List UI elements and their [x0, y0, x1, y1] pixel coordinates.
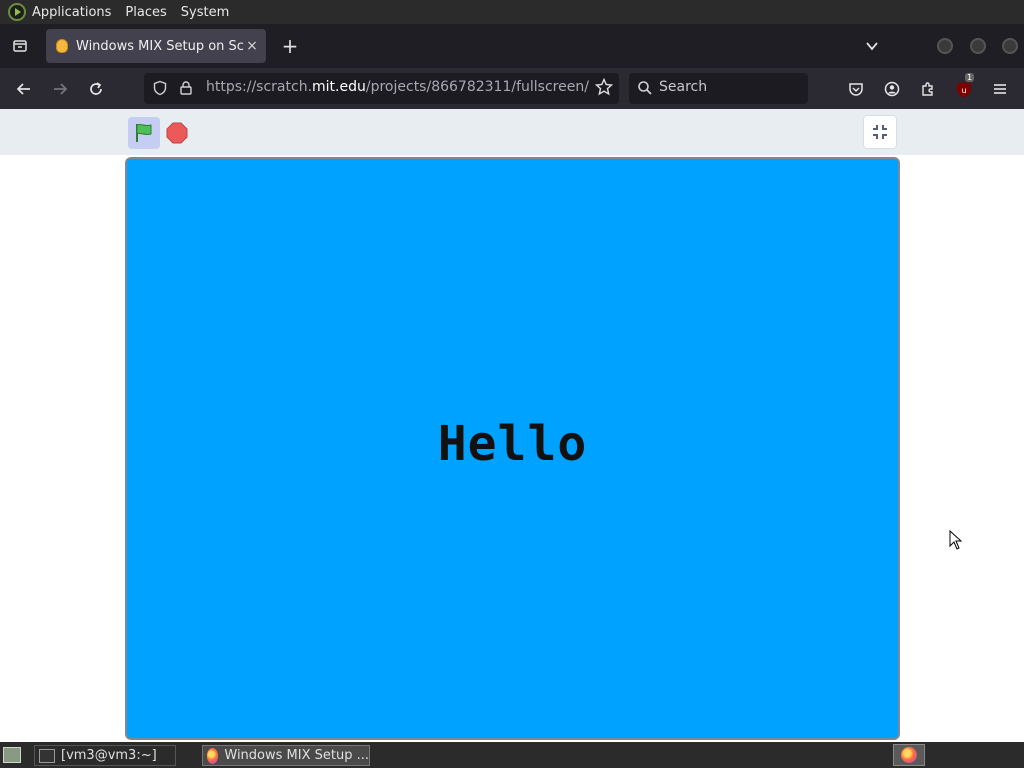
show-desktop-icon[interactable]: [3, 747, 21, 763]
terminal-icon: [39, 748, 55, 763]
svg-text:u: u: [961, 86, 966, 95]
stage-hello-text: Hello: [437, 416, 588, 472]
scratch-favicon-icon: [56, 39, 68, 53]
taskbar-item-label: [vm3@vm3:~]: [61, 748, 157, 763]
mouse-pointer-icon: [949, 529, 963, 554]
menu-places[interactable]: Places: [125, 5, 166, 20]
stop-button[interactable]: [166, 122, 188, 144]
maximize-button[interactable]: [970, 38, 986, 54]
extensions-puzzle-icon[interactable]: [914, 75, 942, 103]
tab-active[interactable]: Windows MIX Setup on Scratch ×: [46, 29, 266, 63]
taskbar-item-label: Windows MIX Setup ...: [224, 748, 369, 763]
desktop-top-panel: Applications Places System: [0, 0, 1024, 24]
green-flag-icon: [136, 123, 152, 142]
reload-icon[interactable]: [82, 75, 110, 103]
stage-header: [0, 109, 1024, 155]
search-placeholder: Search: [659, 79, 708, 95]
desktop-logo-icon[interactable]: [8, 3, 26, 21]
extension-badge: 1: [965, 73, 975, 82]
url-text[interactable]: https://scratch.mit.edu/projects/8667823…: [206, 79, 589, 95]
stop-icon: [166, 122, 188, 144]
account-icon[interactable]: [878, 75, 906, 103]
firefox-icon: [207, 747, 219, 764]
unfullscreen-icon: [873, 125, 887, 139]
firefox-icon: [901, 747, 917, 763]
hamburger-menu-icon[interactable]: [986, 75, 1014, 103]
url-prefix: https://scratch.: [206, 79, 313, 95]
tab-title: Windows MIX Setup on Scratch: [76, 38, 244, 54]
tab-close-icon[interactable]: ×: [244, 38, 260, 54]
search-icon: [637, 80, 653, 100]
minimize-button[interactable]: [937, 38, 953, 54]
forward-arrow-icon[interactable]: [46, 75, 74, 103]
tray-firefox-icon[interactable]: [893, 744, 925, 766]
lock-icon[interactable]: [178, 80, 194, 100]
close-window-button[interactable]: [1002, 38, 1018, 54]
green-flag-button[interactable]: [128, 117, 160, 149]
menu-system[interactable]: System: [181, 5, 229, 20]
taskbar: [vm3@vm3:~] Windows MIX Setup ...: [0, 742, 1024, 768]
ublock-origin-icon[interactable]: u 1: [950, 73, 978, 103]
navigation-bar: https://scratch.mit.edu/projects/8667823…: [0, 68, 1024, 109]
unfullscreen-button[interactable]: [863, 115, 897, 149]
scratch-stage[interactable]: Hello: [125, 157, 900, 740]
bookmark-star-icon[interactable]: [594, 77, 614, 100]
url-bar[interactable]: https://scratch.mit.edu/projects/8667823…: [144, 73, 619, 104]
url-path: /projects/866782311/fullscreen/: [365, 79, 589, 95]
url-host: mit.edu: [312, 79, 366, 95]
tab-bar: Windows MIX Setup on Scratch × +: [0, 24, 1024, 68]
tracking-shield-icon[interactable]: [152, 80, 168, 100]
taskbar-item-firefox[interactable]: Windows MIX Setup ...: [202, 745, 370, 766]
taskbar-item-terminal[interactable]: [vm3@vm3:~]: [34, 745, 176, 766]
search-input[interactable]: Search: [629, 73, 808, 104]
new-tab-button[interactable]: +: [276, 32, 304, 60]
chevron-down-icon[interactable]: [858, 32, 886, 60]
menu-applications[interactable]: Applications: [32, 5, 111, 20]
back-arrow-icon[interactable]: [10, 75, 38, 103]
tab-list-icon[interactable]: [6, 32, 34, 60]
pocket-icon[interactable]: [842, 75, 870, 103]
